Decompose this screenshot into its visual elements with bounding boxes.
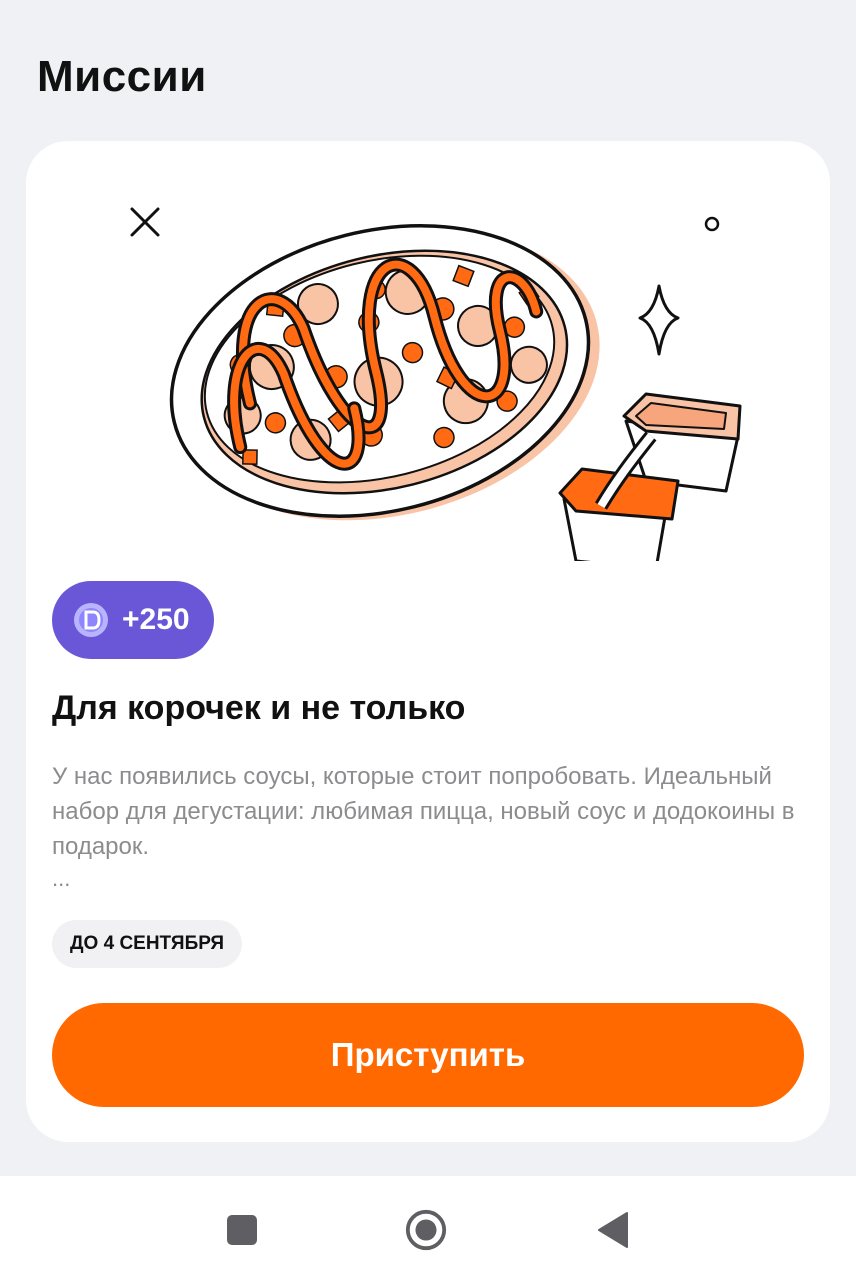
read-more-ellipsis[interactable]: ... bbox=[52, 866, 70, 892]
mission-title: Для корочек и не только bbox=[52, 689, 466, 727]
mission-card: +250 Для корочек и не только У нас появи… bbox=[26, 141, 830, 1142]
page-title: Миссии bbox=[37, 52, 207, 101]
pizza-sauce-illustration bbox=[130, 207, 742, 561]
triangle-back-icon[interactable] bbox=[590, 1208, 634, 1252]
reward-badge: +250 bbox=[52, 581, 214, 659]
deadline-badge: ДО 4 СЕНТЯБРЯ bbox=[52, 920, 243, 968]
start-button[interactable]: Приступить bbox=[52, 1003, 804, 1107]
square-icon[interactable] bbox=[220, 1208, 264, 1252]
dodocoin-icon bbox=[72, 601, 110, 639]
reward-amount: +250 bbox=[122, 603, 190, 636]
mission-description: У нас появились соусы, которые стоит поп… bbox=[52, 763, 795, 860]
circle-icon[interactable] bbox=[404, 1208, 448, 1252]
system-nav-bar bbox=[0, 1176, 856, 1280]
